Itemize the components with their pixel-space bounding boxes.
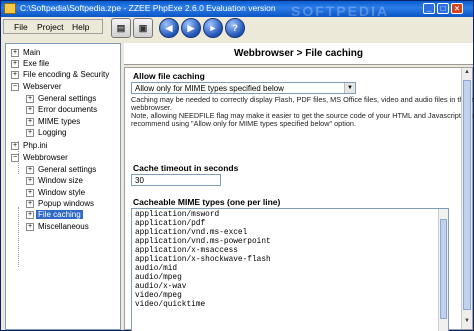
- window-title: C:\Softpedia\Softpedia.zpe - ZZEE PhpExe…: [20, 3, 276, 13]
- menu-project[interactable]: Project: [37, 22, 63, 32]
- save-icon[interactable]: ▣: [133, 18, 153, 38]
- run-icon[interactable]: ►: [203, 18, 223, 38]
- cache-timeout-label: Cache timeout in seconds: [133, 163, 239, 173]
- app-icon: [4, 3, 16, 14]
- scroll-down-icon[interactable]: ▼: [463, 318, 471, 328]
- scroll-thumb[interactable]: [440, 219, 447, 319]
- cache-timeout-input[interactable]: 30: [131, 174, 221, 186]
- softpedia-watermark: SOFTPEDIA: [291, 3, 390, 19]
- menu-help[interactable]: Help: [72, 22, 89, 32]
- mime-line: application/msword: [135, 211, 220, 219]
- navigation-tree[interactable]: + Main + Exe file + File encoding & Secu…: [5, 43, 121, 330]
- mime-line: audio/x-wav: [135, 283, 187, 291]
- page-title: Webbrowser > File caching: [233, 48, 364, 59]
- caching-note-line: Caching may be needed to correctly displ…: [131, 95, 474, 104]
- mime-line: application/vnd.ms-powerpoint: [135, 238, 271, 246]
- mime-types-textarea[interactable]: application/msword application/pdf appli…: [131, 208, 449, 331]
- allow-caching-select[interactable]: Allow only for MIME types specified belo…: [131, 82, 356, 94]
- expand-icon[interactable]: +: [26, 223, 34, 231]
- mime-types-label: Cacheable MIME types (one per line): [133, 197, 281, 207]
- chevron-down-icon[interactable]: ▼: [344, 83, 355, 93]
- scroll-up-icon[interactable]: ▲: [463, 69, 471, 79]
- mime-line: application/x-msaccess: [135, 247, 238, 255]
- scroll-thumb[interactable]: [463, 80, 471, 310]
- mime-line: video/quicktime: [135, 301, 206, 309]
- app-window: C:\Softpedia\Softpedia.zpe - ZZEE PhpExe…: [0, 0, 474, 331]
- forward-icon[interactable]: ▶: [181, 18, 201, 38]
- mime-line: application/pdf: [135, 220, 206, 228]
- mime-line: application/x-shockwave-flash: [135, 256, 271, 264]
- mime-line: audio/mpeg: [135, 274, 182, 282]
- collapse-icon[interactable]: −: [11, 154, 19, 162]
- mime-line: video/mpeg: [135, 292, 182, 300]
- close-icon[interactable]: ×: [451, 3, 463, 14]
- expand-icon[interactable]: +: [26, 211, 34, 219]
- expand-icon[interactable]: +: [26, 106, 34, 114]
- expand-icon[interactable]: +: [11, 60, 19, 68]
- back-icon[interactable]: ◀: [159, 18, 179, 38]
- expand-icon[interactable]: +: [26, 95, 34, 103]
- toolbar: ▤ ▣ ◀ ▶ ► ?: [105, 18, 245, 40]
- expand-icon[interactable]: +: [26, 200, 34, 208]
- expand-icon[interactable]: +: [11, 71, 19, 79]
- expand-icon[interactable]: +: [26, 177, 34, 185]
- caching-note-line: recommend using "Allow only for MIME typ…: [131, 119, 356, 128]
- expand-icon[interactable]: +: [26, 129, 34, 137]
- expand-icon[interactable]: +: [11, 49, 19, 57]
- expand-icon[interactable]: +: [26, 118, 34, 126]
- textarea-scrollbar[interactable]: [438, 209, 448, 331]
- allow-caching-label: Allow file caching: [133, 71, 205, 81]
- expand-icon[interactable]: +: [11, 142, 19, 150]
- maximize-icon[interactable]: □: [437, 3, 449, 14]
- new-document-icon[interactable]: ▤: [111, 18, 131, 38]
- expand-icon[interactable]: +: [26, 189, 34, 197]
- mime-line: audio/mid: [135, 265, 178, 273]
- collapse-icon[interactable]: −: [11, 83, 19, 91]
- expand-icon[interactable]: +: [26, 166, 34, 174]
- help-icon[interactable]: ?: [225, 18, 245, 38]
- mime-line: application/vnd.ms-excel: [135, 229, 248, 237]
- menu-bar: File Project Help: [3, 19, 103, 34]
- settings-scroll-area[interactable]: Allow file caching Allow only for MIME t…: [124, 67, 474, 331]
- page-header: Webbrowser > File caching: [124, 43, 473, 65]
- menu-file[interactable]: File: [14, 22, 28, 32]
- minimize-icon[interactable]: _: [423, 3, 435, 14]
- panel-scrollbar[interactable]: ▲ ▼: [461, 68, 472, 329]
- title-bar[interactable]: C:\Softpedia\Softpedia.zpe - ZZEE PhpExe…: [1, 1, 473, 19]
- main-panel: Webbrowser > File caching Allow file cac…: [124, 43, 474, 331]
